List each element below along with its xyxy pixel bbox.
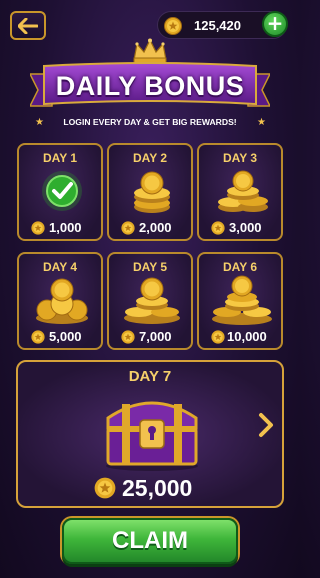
day-card-7[interactable]: DAY 7 25,000 xyxy=(16,360,284,508)
day-card-6[interactable]: DAY 6 10,000 xyxy=(197,252,283,350)
coin-stack-icon xyxy=(134,171,170,213)
day-reward: 1,000 xyxy=(19,219,101,237)
plus-icon: + xyxy=(266,11,284,35)
day-label: DAY 1 xyxy=(42,151,78,165)
reward-amount: 2,000 xyxy=(139,220,172,235)
star-coin-icon xyxy=(121,221,135,235)
star-coin-icon xyxy=(121,330,135,344)
reward-amount: 7,000 xyxy=(139,329,172,344)
day-reward: 5,000 xyxy=(19,328,101,346)
chevron-right-icon[interactable] xyxy=(258,412,274,438)
day-reward: 2,000 xyxy=(109,219,191,237)
day-label: DAY 5 xyxy=(132,260,168,274)
star-coin-icon xyxy=(164,17,182,35)
add-coins-button[interactable]: + xyxy=(262,11,288,37)
back-button[interactable] xyxy=(10,11,46,40)
reward-amount: 3,000 xyxy=(229,220,262,235)
day-card-2[interactable]: DAY 2 2,000 xyxy=(107,143,193,241)
reward-amount: 25,000 xyxy=(122,475,193,501)
star-icon: ★ xyxy=(257,117,266,128)
balance-value: 125,420 xyxy=(194,18,241,33)
reward-amount: 10,000 xyxy=(227,329,267,344)
coin-pile-icon xyxy=(212,275,272,325)
day-label: DAY 6 xyxy=(222,260,258,274)
star-coin-icon xyxy=(31,330,45,344)
reward-amount: 5,000 xyxy=(49,329,82,344)
coin-stack-icon xyxy=(218,170,268,212)
banner-title: DAILY BONUS xyxy=(55,71,245,101)
star-coin-icon xyxy=(94,477,116,499)
coin-pile-icon xyxy=(36,278,88,324)
claim-button[interactable]: CLAIM xyxy=(62,518,238,564)
day-card-4[interactable]: DAY 4 5,000 xyxy=(17,252,103,350)
banner-subtitle: LOGIN EVERY DAY & GET BIG REWARDS! xyxy=(63,117,237,127)
daily-bonus-banner: DAILY BONUS xyxy=(30,60,270,112)
day-card-1[interactable]: DAY 1 1,000 xyxy=(17,143,103,241)
day-reward: 3,000 xyxy=(199,219,281,237)
day-reward: 7,000 xyxy=(109,328,191,346)
treasure-chest-icon xyxy=(106,401,198,471)
day-label: DAY 4 xyxy=(42,260,78,274)
reward-amount: 1,000 xyxy=(49,220,82,235)
check-icon xyxy=(42,171,82,211)
day-card-3[interactable]: DAY 3 3,000 xyxy=(197,143,283,241)
day-card-5[interactable]: DAY 5 7,000 xyxy=(107,252,193,350)
day-reward: 10,000 xyxy=(199,328,281,346)
star-coin-icon xyxy=(31,221,45,235)
star-coin-icon xyxy=(211,330,225,344)
day-label: DAY 2 xyxy=(132,151,168,165)
arrow-left-icon xyxy=(18,17,38,34)
day-reward: 25,000 xyxy=(18,475,282,502)
coin-pile-icon xyxy=(124,277,180,324)
day-label: DAY 7 xyxy=(128,368,172,385)
day-label: DAY 3 xyxy=(222,151,258,165)
star-coin-icon xyxy=(211,221,225,235)
